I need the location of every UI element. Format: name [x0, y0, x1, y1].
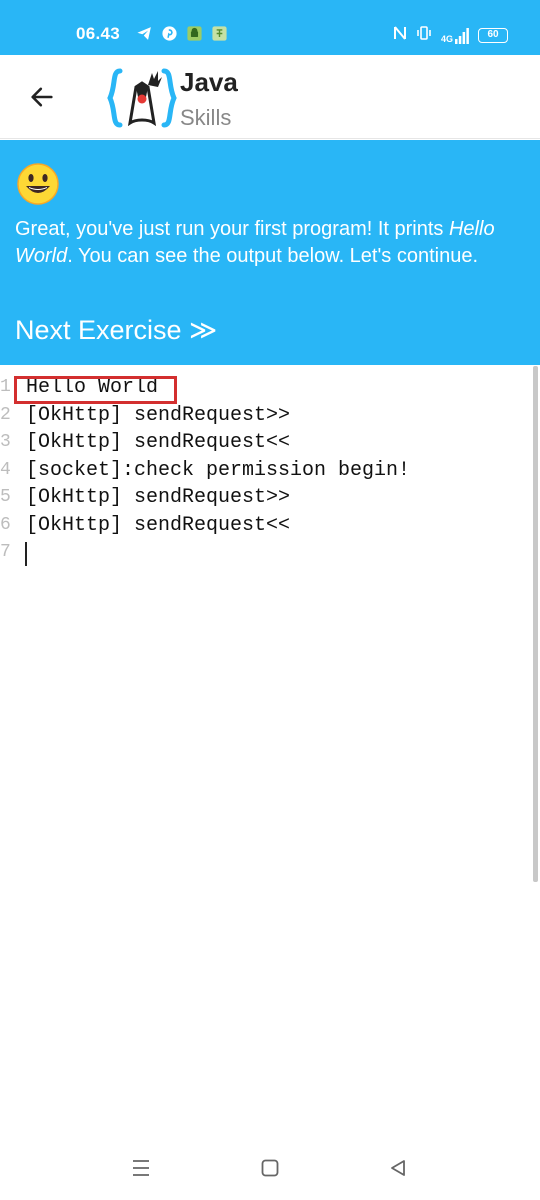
- back-arrow-icon: [31, 87, 53, 107]
- line-text: [OkHttp] sendRequest<<: [26, 513, 291, 537]
- output-highlight-box: [14, 376, 177, 404]
- android-icon: [186, 25, 203, 42]
- vibrate-icon: [416, 25, 432, 46]
- notification-icons: [136, 25, 228, 42]
- java-duke-logo-icon: [106, 65, 178, 131]
- console-line: 2 [OkHttp] sendRequest>>: [0, 402, 520, 430]
- success-banner: Great, you've just run your first progra…: [0, 140, 540, 365]
- network-type: 4G: [440, 33, 453, 44]
- back-triangle-icon: [391, 1160, 405, 1176]
- app-title-java: Java: [180, 67, 238, 97]
- line-number: 3: [0, 432, 11, 452]
- console-line: 7: [0, 539, 520, 567]
- line-number: 7: [0, 542, 11, 562]
- banner-message-part2: . You can see the output below. Let's co…: [67, 244, 479, 267]
- line-number: 6: [0, 514, 11, 535]
- home-icon: [261, 1159, 279, 1177]
- battery-level: 60: [487, 29, 499, 40]
- line-text: [OkHttp] sendRequest>>: [26, 403, 291, 427]
- home-button[interactable]: [256, 1154, 284, 1182]
- next-exercise-button[interactable]: Next Exercise ≫: [15, 315, 217, 346]
- signal-icon: 4G: [440, 27, 469, 44]
- pinterest-icon: [161, 25, 178, 42]
- line-text: [OkHttp] sendRequest<<: [26, 431, 291, 454]
- scrollbar[interactable]: [533, 366, 538, 882]
- telegram-icon: [136, 25, 153, 42]
- recents-button[interactable]: [127, 1154, 155, 1182]
- battery-icon: 60: [478, 28, 508, 43]
- app-bar: Java Skills: [0, 55, 540, 139]
- banner-message: Great, you've just run your first progra…: [15, 216, 515, 269]
- line-number: 5: [0, 487, 11, 507]
- system-icons: 4G 60: [393, 25, 508, 46]
- recents-icon: [133, 1160, 149, 1176]
- console-output[interactable]: 1 Hello World 2 [OkHttp] sendRequest>> 3…: [0, 366, 540, 886]
- smiley-icon: [16, 162, 60, 206]
- line-number: 2: [0, 404, 11, 425]
- line-text: [OkHttp] sendRequest>>: [26, 486, 291, 509]
- line-number: 4: [0, 459, 11, 480]
- back-button[interactable]: [24, 79, 60, 115]
- console-line: 5 [OkHttp] sendRequest>>: [0, 484, 520, 512]
- line-text: [socket]:check permission begin!: [26, 458, 411, 482]
- nfc-icon: [393, 25, 407, 46]
- console-line: 3 [OkHttp] sendRequest<<: [0, 429, 520, 457]
- app-notification-icon: [211, 25, 228, 42]
- status-time: 06.43: [76, 24, 121, 43]
- status-bar: 06.43 4G 60: [0, 0, 540, 55]
- navigation-bar: [0, 1140, 540, 1200]
- text-cursor: [25, 542, 27, 566]
- app-title-skills: Skills: [180, 105, 232, 130]
- line-number: 1: [0, 377, 11, 397]
- banner-message-part1: Great, you've just run your first progra…: [15, 218, 449, 240]
- console-line: 6 [OkHttp] sendRequest<<: [0, 512, 520, 540]
- system-back-button[interactable]: [384, 1154, 412, 1182]
- console-line: 4 [socket]:check permission begin!: [0, 457, 520, 485]
